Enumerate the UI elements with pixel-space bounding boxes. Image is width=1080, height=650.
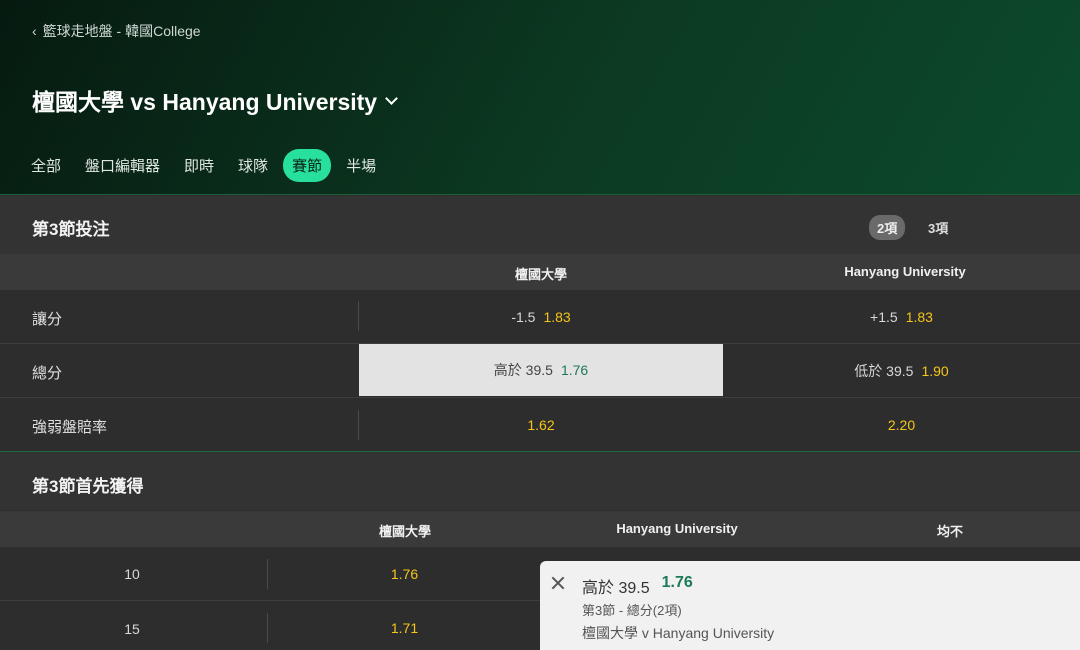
odds-value: 1.76	[560, 362, 589, 378]
tab-live[interactable]: 即時	[175, 149, 223, 182]
odds-value: 1.71	[390, 619, 419, 636]
betslip-market: 第3節 - 總分(2項)	[582, 603, 682, 618]
betslip-event: 檀國大學 v Hanyang University	[582, 625, 775, 641]
tab-all[interactable]: 全部	[22, 149, 70, 182]
column-header: 檀國大學 Hanyang University	[0, 254, 1080, 290]
toggle-3way[interactable]: 3項	[920, 215, 956, 240]
tab-quarters[interactable]: 賽節	[283, 149, 332, 182]
line-value: 高於 39.5	[493, 362, 553, 378]
breadcrumb-label: 籃球走地盤 - 韓國College	[42, 23, 201, 39]
moneyline-away-button[interactable]: 2.20	[723, 398, 1080, 451]
row-label: 強弱盤賠率	[32, 419, 108, 436]
section-quarter3-race-to: 第3節首先獲得	[0, 452, 1080, 510]
handicap-away-button[interactable]: +1.5 1.83	[723, 290, 1080, 343]
line-value: -1.5	[511, 308, 536, 325]
tab-half[interactable]: 半場	[337, 149, 385, 182]
event-title[interactable]: 檀國大學 vs Hanyang University	[32, 83, 398, 117]
line-value: +1.5	[870, 308, 898, 325]
betslip-selection: 高於 39.5 1.76	[582, 574, 693, 598]
race-points: 15	[124, 621, 140, 637]
betslip-selection-label: 高於 39.5	[582, 580, 650, 597]
section-quarter3-bets: 第3節投注 2項 3項	[0, 196, 1080, 254]
section-title: 第3節首先獲得	[32, 477, 144, 496]
toggle-2way[interactable]: 2項	[869, 215, 906, 240]
section-title: 第3節投注	[32, 220, 110, 239]
column-away: Hanyang University	[844, 264, 966, 279]
row-total: 總分 高於 39.5 1.76 低於 39.5 1.90	[0, 344, 1080, 398]
betslip-odds: 1.76	[661, 574, 693, 591]
moneyline-home-button[interactable]: 1.62	[359, 398, 723, 451]
column-home: 檀國大學	[378, 524, 432, 539]
odds-value: 1.62	[527, 416, 555, 433]
odds-value: 1.90	[921, 362, 949, 379]
odds-value: 1.76	[390, 565, 419, 582]
column-away: Hanyang University	[616, 521, 738, 536]
row-moneyline: 強弱盤賠率 1.62 2.20	[0, 398, 1080, 452]
column-neither: 均不	[936, 524, 964, 539]
tab-team[interactable]: 球隊	[229, 149, 277, 182]
row-label: 讓分	[32, 311, 63, 328]
event-header: ‹ 籃球走地盤 - 韓國College 檀國大學 vs Hanyang Univ…	[0, 0, 1080, 195]
odds-value: 1.83	[905, 308, 933, 325]
race-15-home-button[interactable]: 1.71	[268, 601, 541, 650]
odds-value: 1.83	[543, 308, 571, 325]
market-tabs: 全部 盤口編輯器 即時 球隊 賽節 半場	[22, 149, 385, 182]
odds-value: 2.20	[887, 416, 916, 433]
row-label: 總分	[32, 365, 63, 382]
tab-market-editor[interactable]: 盤口編輯器	[76, 149, 169, 182]
event-title-text: 檀國大學 vs Hanyang University	[32, 89, 378, 115]
betslip-panel: 高於 39.5 1.76 第3節 - 總分(2項) 檀國大學 v Hanyang…	[540, 561, 1080, 650]
race-points: 10	[124, 566, 140, 582]
chevron-down-icon	[385, 91, 398, 105]
column-header: 檀國大學 Hanyang University 均不	[0, 511, 1080, 547]
total-under-button[interactable]: 低於 39.5 1.90	[723, 344, 1080, 397]
handicap-home-button[interactable]: -1.5 1.83	[359, 290, 723, 343]
close-icon[interactable]	[550, 575, 566, 591]
total-over-button[interactable]: 高於 39.5 1.76	[359, 344, 723, 396]
breadcrumb[interactable]: ‹ 籃球走地盤 - 韓國College	[32, 21, 201, 41]
row-handicap: 讓分 -1.5 1.83 +1.5 1.83	[0, 290, 1080, 344]
column-home: 檀國大學	[514, 267, 568, 282]
chevron-left-icon: ‹	[32, 23, 37, 39]
race-10-home-button[interactable]: 1.76	[268, 547, 541, 600]
line-value: 低於 39.5	[854, 362, 914, 379]
